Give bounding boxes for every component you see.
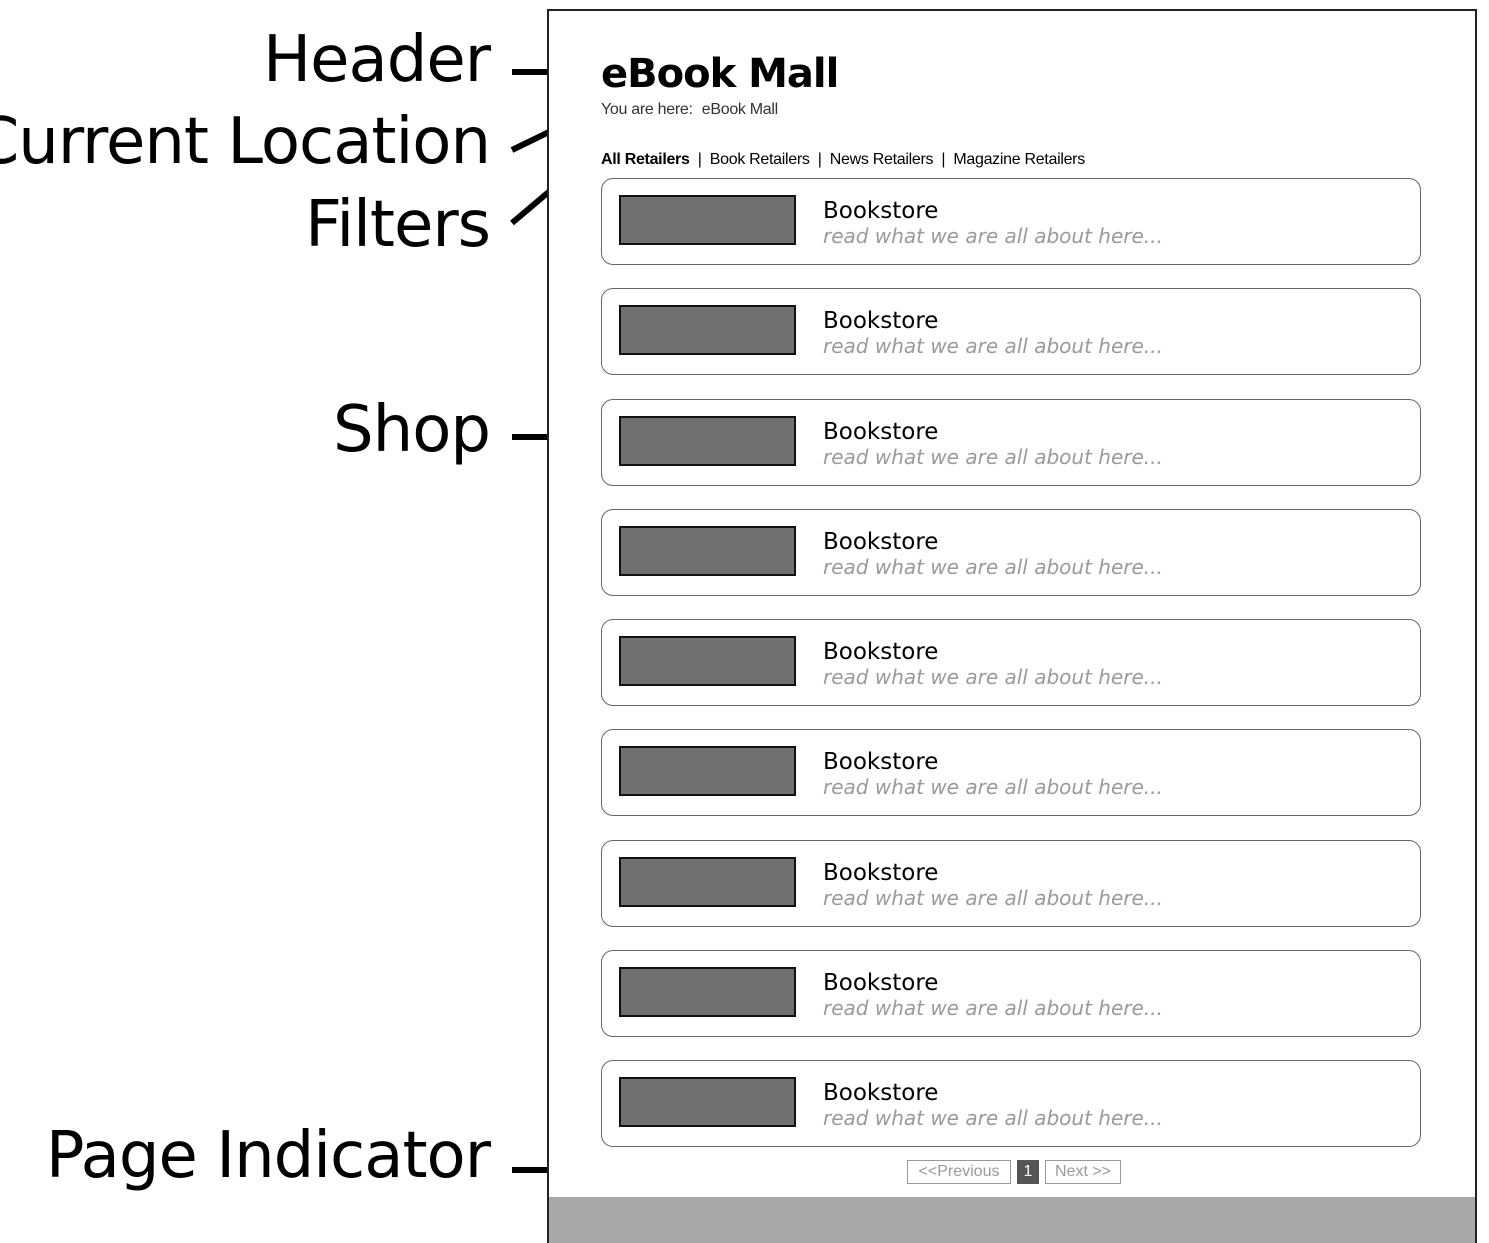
shop-card[interactable]: Bookstore read what we are all about her… [601,288,1421,375]
shop-card[interactable]: Bookstore read what we are all about her… [601,1060,1421,1147]
shop-thumbnail [619,857,796,907]
shop-name: Bookstore [823,860,939,886]
shop-tagline: read what we are all about here... [823,445,1163,469]
breadcrumb-prefix: You are here: [601,101,693,118]
shop-name: Bookstore [823,749,939,775]
shop-card[interactable]: Bookstore read what we are all about her… [601,840,1421,927]
filter-magazine-retailers[interactable]: Magazine Retailers [953,151,1085,168]
shop-name: Bookstore [823,308,939,334]
filter-separator: | [941,151,946,168]
filter-separator: | [817,151,822,168]
shop-card[interactable]: Bookstore read what we are all about her… [601,399,1421,486]
current-page-number[interactable]: 1 [1017,1160,1039,1184]
shop-name: Bookstore [823,639,939,665]
filter-separator: | [697,151,702,168]
shop-tagline: read what we are all about here... [823,1106,1163,1130]
shop-card[interactable]: Bookstore read what we are all about her… [601,509,1421,596]
filter-book-retailers[interactable]: Book Retailers [710,151,810,168]
shop-thumbnail [619,636,796,686]
shop-thumbnail [619,746,796,796]
shop-card[interactable]: Bookstore read what we are all about her… [601,178,1421,265]
filter-all-retailers[interactable]: All Retailers [601,151,690,168]
shop-tagline: read what we are all about here... [823,555,1163,579]
callout-page-indicator: Page Indicator [45,1119,491,1193]
shop-tagline: read what we are all about here... [823,334,1163,358]
shop-thumbnail [619,1077,796,1127]
shop-tagline: read what we are all about here... [823,224,1163,248]
shop-thumbnail [619,967,796,1017]
page-title: eBook Mall [601,51,839,97]
shop-tagline: read what we are all about here... [823,886,1163,910]
device-frame: eBook Mall You are here: eBook Mall All … [547,9,1477,1243]
callout-shop: Shop [333,393,491,467]
shop-thumbnail [619,195,796,245]
shop-card[interactable]: Bookstore read what we are all about her… [601,950,1421,1037]
shop-name: Bookstore [823,198,939,224]
shop-card[interactable]: Bookstore read what we are all about her… [601,619,1421,706]
next-page-button[interactable]: Next >> [1045,1160,1121,1184]
shop-thumbnail [619,526,796,576]
shop-name: Bookstore [823,529,939,555]
shop-tagline: read what we are all about here... [823,665,1163,689]
callout-current-location: Current Location [0,105,491,179]
shop-tagline: read what we are all about here... [823,775,1163,799]
callout-filters: Filters [305,188,491,262]
shop-thumbnail [619,416,796,466]
shop-name: Bookstore [823,970,939,996]
filter-news-retailers[interactable]: News Retailers [830,151,934,168]
callout-header: Header [262,23,491,97]
shop-name: Bookstore [823,419,939,445]
shop-card[interactable]: Bookstore read what we are all about her… [601,729,1421,816]
breadcrumb-current[interactable]: eBook Mall [702,101,778,118]
previous-page-button[interactable]: <<Previous [907,1160,1011,1184]
shop-name: Bookstore [823,1080,939,1106]
breadcrumb: You are here: eBook Mall [601,101,778,119]
filter-bar: All Retailers | Book Retailers | News Re… [601,151,1085,169]
footer-bar [549,1197,1475,1243]
shop-thumbnail [619,305,796,355]
shop-tagline: read what we are all about here... [823,996,1163,1020]
